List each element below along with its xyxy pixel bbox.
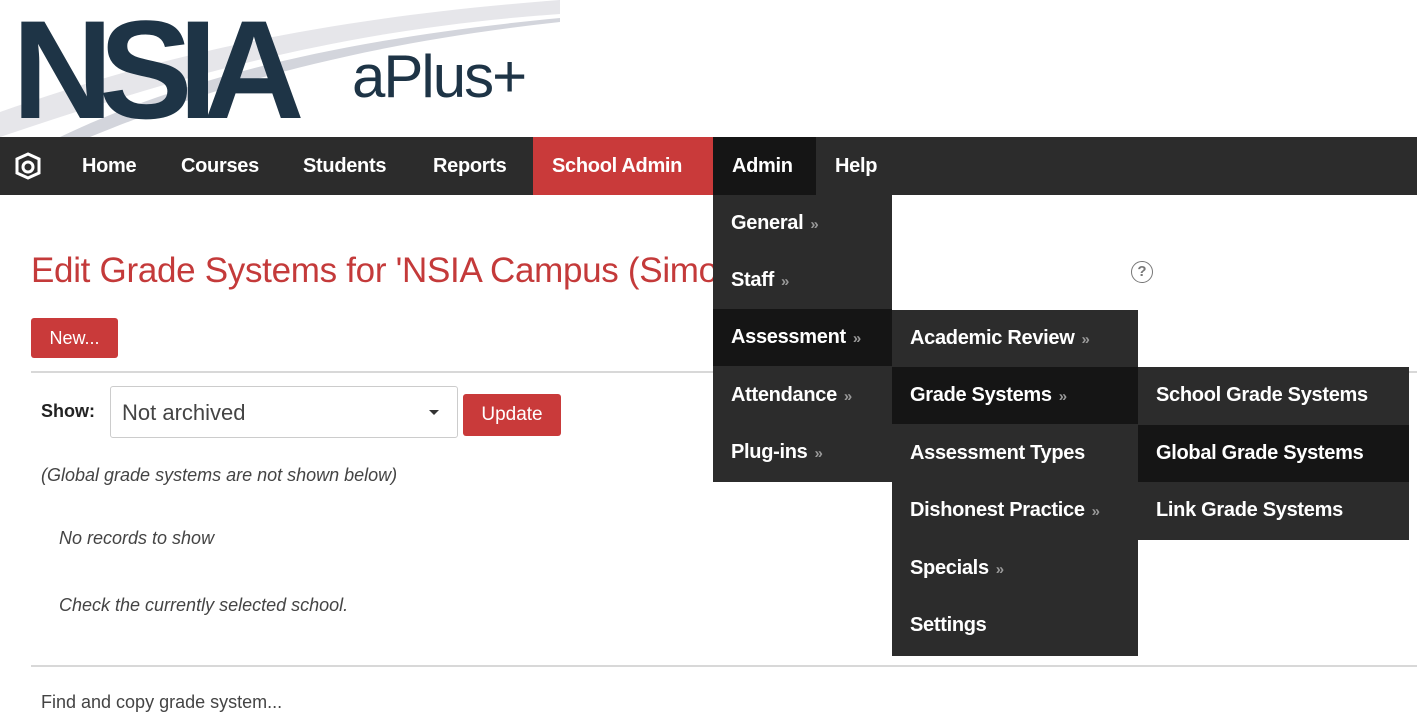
menu-item-assessment-types[interactable]: Assessment Types — [892, 425, 1138, 482]
divider-bottom — [31, 665, 1417, 667]
menu-item-label: Assessment Types — [910, 442, 1085, 464]
grade-systems-submenu: School Grade Systems Global Grade System… — [1138, 367, 1409, 540]
nav-students[interactable]: Students — [284, 137, 405, 195]
menu-item-label: Settings — [910, 614, 987, 636]
global-systems-note: (Global grade systems are not shown belo… — [41, 465, 398, 485]
update-button[interactable]: Update — [463, 394, 561, 436]
new-button[interactable]: New... — [31, 318, 118, 358]
menu-item-label: Dishonest Practice — [910, 499, 1085, 521]
menu-item-assessment[interactable]: Assessment » — [713, 309, 892, 366]
nav-school-admin[interactable]: School Admin — [533, 137, 713, 195]
show-filter-value: Not archived — [122, 400, 246, 425]
menu-item-plug-ins[interactable]: Plug-ins » — [713, 424, 892, 481]
menu-item-label: Staff — [731, 269, 774, 291]
assessment-submenu: Academic Review » Grade Systems » Assessme… — [892, 310, 1138, 656]
chevron-right-icon: » — [995, 561, 1004, 578]
chevron-right-icon: » — [1081, 331, 1090, 348]
chevron-right-icon: » — [1058, 388, 1067, 405]
chevron-right-icon: » — [814, 445, 823, 462]
menu-item-global-grade-systems[interactable]: Global Grade Systems — [1138, 425, 1409, 482]
show-filter-select[interactable]: Not archived — [110, 386, 458, 438]
menu-item-link-grade-systems[interactable]: Link Grade Systems — [1138, 482, 1409, 539]
main-navbar: Home Courses Students Reports School Adm… — [0, 137, 1417, 195]
menu-item-label: General — [731, 212, 804, 234]
chevron-right-icon: » — [843, 388, 852, 405]
chevron-right-icon: » — [1091, 503, 1100, 520]
menu-item-settings[interactable]: Settings — [892, 597, 1138, 654]
menu-item-academic-review[interactable]: Academic Review » — [892, 310, 1138, 367]
admin-dropdown-menu: General» Staff» Assessment» Attendance» … — [713, 195, 892, 482]
chevron-right-icon: » — [810, 216, 819, 233]
app-header: NSIA aPlus+ — [0, 0, 1417, 140]
show-label: Show: — [41, 401, 95, 421]
menu-item-label: Link Grade Systems — [1156, 499, 1343, 521]
menu-item-specials[interactable]: Specials » — [892, 540, 1138, 597]
nav-reports[interactable]: Reports — [414, 137, 525, 195]
menu-item-label: Specials — [910, 557, 989, 579]
find-copy-grade-system-link[interactable]: Find and copy grade system... — [41, 692, 282, 713]
menu-item-label: Global Grade Systems — [1156, 442, 1364, 464]
caret-down-icon — [429, 410, 439, 415]
menu-item-staff[interactable]: Staff » — [713, 252, 892, 309]
menu-item-label: Attendance — [731, 384, 837, 406]
menu-item-school-grade-systems[interactable]: School Grade Systems — [1138, 367, 1409, 424]
logo-product-name: aPlus+ — [352, 43, 527, 110]
menu-item-attendance[interactable]: Attendance » — [713, 367, 892, 424]
nav-home[interactable]: Home — [63, 137, 155, 195]
menu-item-dishonest-practice[interactable]: Dishonest Practice » — [892, 482, 1138, 539]
app-brand-icon[interactable] — [14, 152, 42, 180]
menu-item-label: Plug-ins — [731, 441, 808, 463]
nav-courses[interactable]: Courses — [162, 137, 278, 195]
nav-admin[interactable]: Admin — [713, 137, 816, 195]
menu-item-label: Assessment — [731, 326, 846, 348]
no-records-message: No records to show — [59, 528, 215, 548]
menu-item-label: School Grade Systems — [1156, 384, 1368, 406]
chevron-right-icon: » — [852, 330, 861, 347]
help-icon[interactable]: ? — [1131, 261, 1153, 283]
logo-nsia[interactable]: NSIA — [12, 0, 305, 140]
menu-item-general[interactable]: General » — [713, 195, 892, 252]
check-school-message: Check the currently selected school. — [59, 595, 349, 615]
nav-help[interactable]: Help — [816, 137, 896, 195]
menu-item-grade-systems[interactable]: Grade Systems » — [892, 367, 1138, 424]
menu-item-label: Academic Review — [910, 327, 1075, 349]
menu-item-label: Grade Systems — [910, 384, 1052, 406]
chevron-right-icon: » — [780, 273, 789, 290]
